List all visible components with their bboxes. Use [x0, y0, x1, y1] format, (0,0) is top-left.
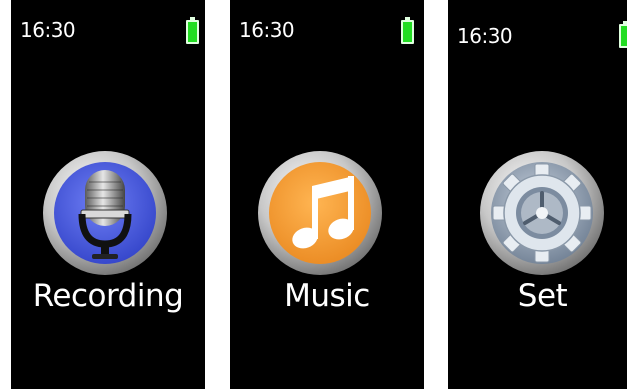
- battery-full-icon: [186, 17, 199, 44]
- status-time: 16:30: [239, 18, 295, 42]
- battery-full-icon: [619, 21, 627, 48]
- app-label-recording: Recording: [32, 278, 184, 314]
- microphone-icon[interactable]: [40, 148, 170, 278]
- gear-icon[interactable]: [477, 148, 607, 278]
- app-label-music: Music: [284, 278, 370, 314]
- battery-full-icon: [401, 17, 414, 44]
- status-time: 16:30: [457, 24, 513, 48]
- music-note-icon[interactable]: [255, 148, 385, 278]
- settings-screen: 16:30 Set: [448, 0, 627, 389]
- status-time: 16:30: [20, 18, 76, 42]
- app-label-set: Set: [517, 278, 568, 314]
- music-screen: 16:30 Music: [230, 0, 424, 389]
- recording-screen: 16:30 Recording: [11, 0, 205, 389]
